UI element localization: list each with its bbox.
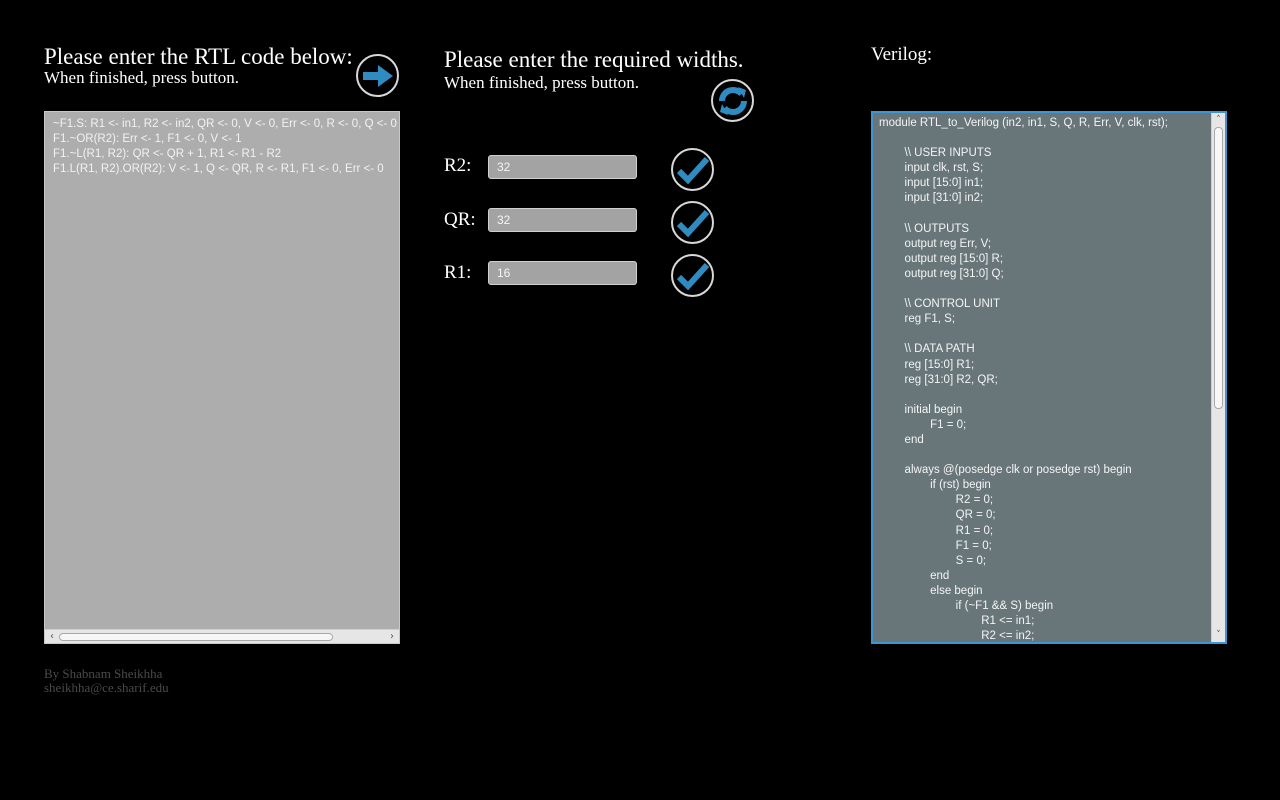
width-label-r2: R2: [444, 155, 472, 176]
verilog-vertical-scrollbar[interactable]: ˄ ˅ [1211, 113, 1225, 642]
verilog-code-text[interactable]: module RTL_to_Verilog (in2, in1, S, Q, R… [879, 116, 1209, 642]
confirm-r2-button[interactable] [671, 148, 714, 191]
arrow-right-icon [362, 64, 393, 87]
width-input-r2[interactable]: 32 [488, 155, 637, 179]
rtl-subtitle: When finished, press button. [44, 68, 239, 87]
rtl-code-input[interactable]: ~F1.S: R1 <- in1, R2 <- in2, QR <- 0, V … [44, 111, 400, 644]
checkmark-icon [676, 156, 709, 184]
widths-subtitle: When finished, press button. [444, 73, 639, 92]
author-name: By Shabnam Sheikhha [44, 666, 163, 681]
refresh-icon [718, 86, 747, 115]
checkmark-icon [676, 262, 709, 290]
widths-title: Please enter the required widths. [444, 47, 744, 72]
rtl-code-text[interactable]: ~F1.S: R1 <- in1, R2 <- in2, QR <- 0, V … [53, 117, 399, 177]
verilog-title: Verilog: [871, 44, 933, 65]
verilog-output[interactable]: module RTL_to_Verilog (in2, in1, S, Q, R… [871, 111, 1227, 644]
scrollbar-thumb[interactable] [1214, 127, 1223, 409]
width-input-qr[interactable]: 32 [488, 208, 637, 232]
width-label-r1: R1: [444, 262, 472, 283]
width-label-qr: QR: [444, 209, 476, 230]
author-credit: By Shabnam Sheikhha sheikhha@ce.sharif.e… [44, 667, 169, 695]
checkmark-icon [676, 209, 709, 237]
scroll-up-icon[interactable]: ˄ [1212, 113, 1225, 127]
author-email: sheikhha@ce.sharif.edu [44, 680, 169, 695]
width-input-r1[interactable]: 16 [488, 261, 637, 285]
scroll-left-icon[interactable]: ‹ [45, 630, 59, 643]
scroll-down-icon[interactable]: ˅ [1212, 628, 1225, 642]
rtl-title: Please enter the RTL code below: [44, 44, 353, 69]
scrollbar-thumb[interactable] [59, 633, 333, 641]
confirm-qr-button[interactable] [671, 201, 714, 244]
submit-rtl-button[interactable] [356, 54, 399, 97]
submit-widths-button[interactable] [711, 79, 754, 122]
rtl-horizontal-scrollbar[interactable]: ‹ › [45, 629, 399, 643]
scroll-right-icon[interactable]: › [385, 630, 399, 643]
confirm-r1-button[interactable] [671, 254, 714, 297]
